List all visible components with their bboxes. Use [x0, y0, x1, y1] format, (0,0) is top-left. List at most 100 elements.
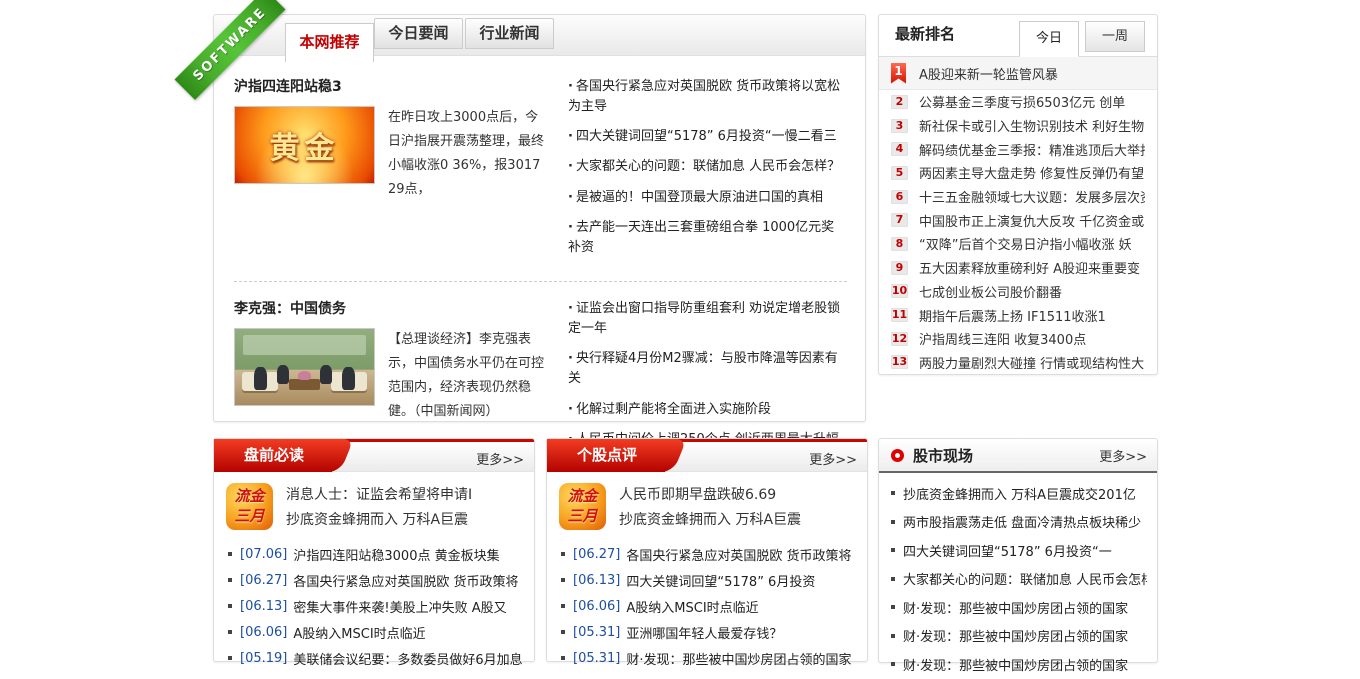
square-bullet-icon: [891, 605, 895, 609]
rank-number-badge: 3: [891, 119, 908, 133]
stock-review-list: [06.27] 各国央行紧急应对英国脱欧 货币政策将 [06.13] 四大关键词…: [547, 538, 867, 671]
ranking-item[interactable]: 9 五大因素释放重磅利好 A股迎来重要变: [891, 256, 1145, 280]
story-1-title[interactable]: 沪指四连阳站稳3: [234, 76, 556, 96]
news-date: [06.27]: [573, 547, 620, 562]
featured-headline[interactable]: 抄底资金蜂拥而入 万科A巨震: [286, 508, 472, 533]
stock-review-banner: 个股点评: [547, 439, 665, 472]
news-text: 四大关键词回望“5178” 6月投资: [626, 571, 815, 590]
square-bullet-icon: [228, 552, 232, 556]
ranking-item-text: 新社保卡或引入生物识别技术 利好生物: [919, 116, 1144, 135]
market-live-list: 抄底资金蜂拥而入 万科A巨震成交201亿 两市股指震荡走低 盘面冷清热点板块稀少…: [879, 473, 1157, 679]
ranking-title: 最新排名: [895, 23, 1019, 44]
market-live-more-link[interactable]: 更多>>: [1099, 446, 1147, 465]
dated-news-item[interactable]: [06.06] A股纳入MSCI时点临近: [561, 593, 855, 619]
stock-review-more-link[interactable]: 更多>>: [809, 449, 857, 468]
rank-number-badge: 12: [891, 332, 908, 346]
ranking-item-1[interactable]: 1 A股迎来新一轮监管风暴: [879, 57, 1157, 90]
story-1: 沪指四连阳站稳3 黄金 在昨日攻上3000点后，今日沪指展开震荡整理，最终小幅收…: [234, 76, 847, 268]
ranking-item[interactable]: 3 新社保卡或引入生物识别技术 利好生物: [891, 114, 1145, 138]
pre-market-more-link[interactable]: 更多>>: [476, 449, 524, 468]
rank-number-badge: 7: [891, 213, 908, 227]
gold-thumbnail-image[interactable]: 黄金: [234, 106, 375, 184]
ranking-item-text: 五大因素释放重磅利好 A股迎来重要变: [919, 258, 1140, 277]
story-2-title[interactable]: 李克强：中国债务: [234, 298, 556, 318]
ranking-item[interactable]: 10 七成创业板公司股价翻番: [891, 280, 1145, 304]
tab-site-recommend[interactable]: 本网推荐: [285, 23, 374, 62]
news-link[interactable]: 化解过剩产能将全面进入实施阶段: [568, 400, 847, 420]
rank-number-badge: 6: [891, 190, 908, 204]
dated-news-item[interactable]: [06.13] 四大关键词回望“5178” 6月投资: [561, 567, 855, 593]
rank-number-badge: 11: [891, 308, 908, 322]
tab-industry-news[interactable]: 行业新闻: [465, 18, 554, 49]
dated-news-item[interactable]: [06.27] 各国央行紧急应对英国脱欧 货币政策将: [228, 567, 522, 593]
gold-image-text: 黄金: [270, 123, 340, 167]
live-news-item[interactable]: 抄底资金蜂拥而入 万科A巨震成交201亿: [891, 479, 1147, 508]
dated-news-item[interactable]: [06.13] 密集大事件来袭!美股上冲失败 A股又: [228, 593, 522, 619]
rank-number-badge: 4: [891, 142, 908, 156]
news-link[interactable]: 央行释疑4月份M2骤减：与股市降温等因素有关: [568, 349, 847, 389]
square-bullet-icon: [891, 548, 895, 552]
meeting-photo-figure: [254, 367, 267, 390]
news-date: [06.06]: [573, 599, 620, 614]
live-news-item[interactable]: 大家都关心的问题：联储加息 人民币会怎样: [891, 565, 1147, 594]
live-news-item[interactable]: 财·发现：那些被中国炒房团占领的国家: [891, 593, 1147, 622]
liujin-sanyue-badge-icon[interactable]: 流金 三月: [226, 483, 273, 530]
stock-review-featured-text: 人民币即期早盘跌破6.69 抄底资金蜂拥而入 万科A巨震: [619, 483, 801, 532]
badge-text-line1: 流金: [234, 487, 264, 507]
ranking-list: 2 公募基金三季度亏损6503亿元 创单 3 新社保卡或引入生物识别技术 利好生…: [879, 90, 1157, 374]
ranking-item[interactable]: 7 中国股市正上演复仇大反攻 千亿资金或: [891, 208, 1145, 232]
live-news-item[interactable]: 两市股指震荡走低 盘面冷清热点板块稀少: [891, 508, 1147, 537]
square-bullet-icon: [561, 630, 565, 634]
ranking-item-text: 两股力量剧烈大碰撞 行情或现结构性大: [919, 353, 1144, 372]
square-bullet-icon: [228, 604, 232, 608]
ranking-item-text: 十三五金融领域七大议题：发展多层次资: [919, 187, 1145, 206]
square-bullet-icon: [891, 491, 895, 495]
live-news-item[interactable]: 四大关键词回望“5178” 6月投资“一: [891, 536, 1147, 565]
story-2-summary: 【总理谈经济】李克强表示，中国债务水平仍在可控范围内，经济表现仍然稳健。（中国新…: [388, 328, 548, 424]
live-news-item[interactable]: 财·发现：那些被中国炒房团占领的国家: [891, 650, 1147, 679]
news-link[interactable]: 四大关键词回望“5178” 6月投资“一慢二看三: [568, 127, 847, 147]
dated-news-item[interactable]: [05.31] 财·发现：那些被中国炒房团占领的国家: [561, 645, 855, 671]
rank-1-bookmark-icon: 1: [891, 63, 906, 84]
dated-news-item[interactable]: [06.06] A股纳入MSCI时点临近: [228, 619, 522, 645]
square-bullet-icon: [228, 656, 232, 660]
dated-news-item[interactable]: [05.19] 美联储会议纪要：多数委员做好6月加息: [228, 645, 522, 671]
dated-news-item[interactable]: [05.31] 亚洲哪国年轻人最爱存钱？: [561, 619, 855, 645]
ranking-item[interactable]: 2 公募基金三季度亏损6503亿元 创单: [891, 90, 1145, 114]
news-link[interactable]: 是被逼的！中国登顶最大原油进口国的真相: [568, 188, 847, 208]
ranking-item[interactable]: 8 “双降”后首个交易日沪指小幅收涨 妖: [891, 232, 1145, 256]
news-date: [06.13]: [240, 599, 287, 614]
live-news-item[interactable]: 财·发现：那些被中国炒房团占领的国家: [891, 622, 1147, 651]
ranking-tab-week[interactable]: 一周: [1085, 21, 1145, 52]
tab-today-news[interactable]: 今日要闻: [374, 18, 463, 49]
featured-headline[interactable]: 消息人士：证监会希望将申请I: [286, 483, 472, 508]
news-link[interactable]: 去产能一天连出三套重磅组合拳 1000亿元奖补资: [568, 218, 847, 258]
ranking-item-text: 七成创业板公司股价翻番: [919, 282, 1062, 301]
ranking-tab-today[interactable]: 今日: [1019, 21, 1079, 57]
news-date: [06.06]: [240, 625, 287, 640]
news-link[interactable]: 大家都关心的问题：联储加息 人民币会怎样？: [568, 157, 847, 177]
story-1-left: 沪指四连阳站稳3 黄金 在昨日攻上3000点后，今日沪指展开震荡整理，最终小幅收…: [234, 76, 556, 268]
dated-news-item[interactable]: [07.06] 沪指四连阳站稳3000点 黄金板块集: [228, 541, 522, 567]
market-live-header: 股市现场 更多>>: [879, 439, 1157, 473]
news-date: [06.13]: [573, 573, 620, 588]
dated-news-item[interactable]: [06.27] 各国央行紧急应对英国脱欧 货币政策将: [561, 541, 855, 567]
badge-text-line2: 三月: [234, 507, 264, 527]
ranking-item[interactable]: 6 十三五金融领域七大议题：发展多层次资: [891, 185, 1145, 209]
news-link[interactable]: 证监会出窗口指导防重组套利 劝说定增老股锁定一年: [568, 299, 847, 339]
ranking-item[interactable]: 4 解码绩优基金三季报：精准逃顶后大举抄: [891, 137, 1145, 161]
ranking-item[interactable]: 11 期指午后震荡上扬 IF1511收涨1: [891, 303, 1145, 327]
ranking-item[interactable]: 12 沪指周线三连阳 收复3400点: [891, 327, 1145, 351]
rank-number-badge: 5: [891, 166, 908, 180]
news-link[interactable]: 各国央行紧急应对英国脱欧 货币政策将以宽松为主导: [568, 77, 847, 117]
pre-market-header: 盘前必读 更多>>: [214, 439, 534, 472]
liujin-sanyue-badge-icon[interactable]: 流金 三月: [559, 483, 606, 530]
meeting-thumbnail-image[interactable]: [234, 328, 375, 406]
news-text: 沪指四连阳站稳3000点 黄金板块集: [293, 545, 499, 564]
featured-headline[interactable]: 抄底资金蜂拥而入 万科A巨震: [619, 508, 801, 533]
featured-headline[interactable]: 人民币即期早盘跌破6.69: [619, 483, 801, 508]
square-bullet-icon: [891, 520, 895, 524]
main-news-panel: 本网推荐 今日要闻 行业新闻 沪指四连阳站稳3 黄金 在昨日攻上3000点后，今…: [213, 14, 866, 422]
ranking-item[interactable]: 13 两股力量剧烈大碰撞 行情或现结构性大: [891, 351, 1145, 375]
ranking-item[interactable]: 5 两因素主导大盘走势 修复性反弹仍有望: [891, 161, 1145, 185]
